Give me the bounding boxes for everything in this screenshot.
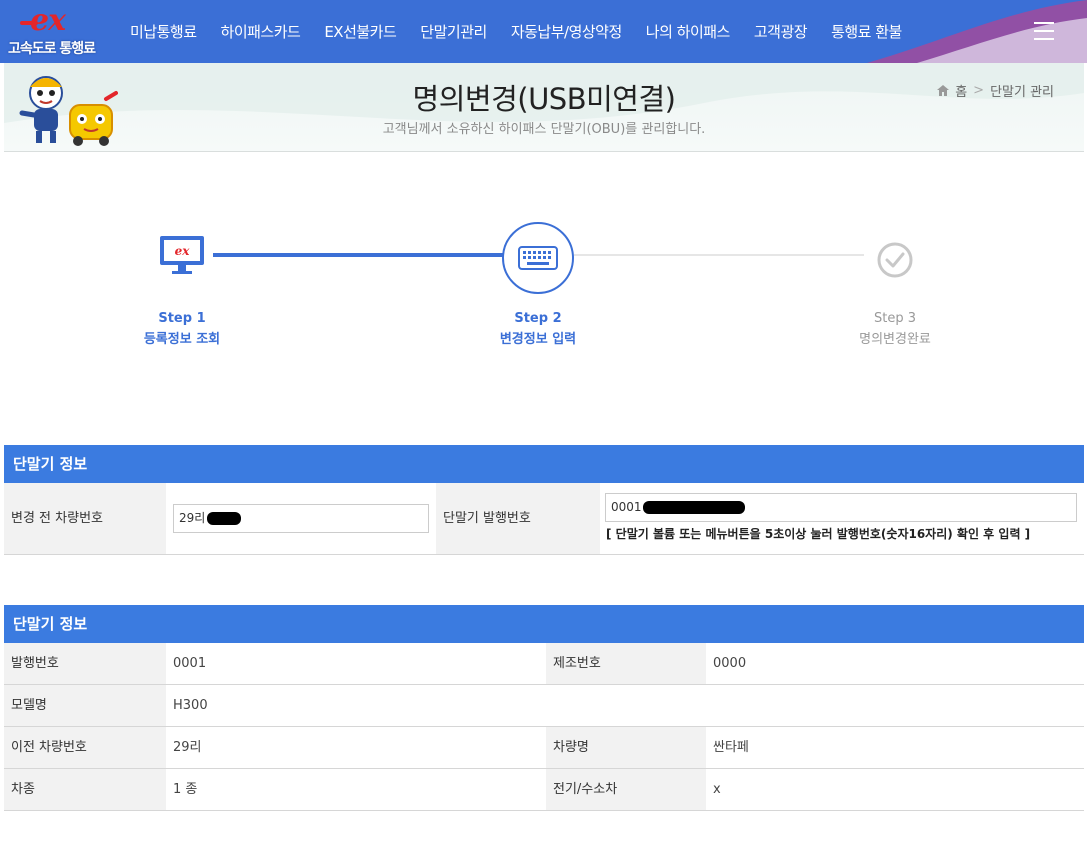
page-banner: 명의변경(USB미연결) 고객님께서 소유하신 하이패스 단말기(OBU)를 관…: [4, 63, 1084, 152]
form-section-header: 단말기 정보: [4, 445, 1084, 483]
table-row: 차종 1 종 전기/수소차 x: [4, 769, 1084, 811]
menu-unpaid-tolls[interactable]: 미납통행료: [118, 21, 209, 42]
serial-label: 단말기 발행번호: [436, 483, 600, 554]
keyboard-icon: [518, 246, 558, 270]
breadcrumb: 홈 > 단말기 관리: [937, 81, 1054, 100]
step-2-title: 변경정보 입력: [499, 332, 577, 347]
breadcrumb-home[interactable]: 홈: [955, 81, 967, 100]
prev-plate-value: 29리: [179, 511, 206, 525]
redaction-mark: [207, 512, 242, 525]
manufacture-number-label: 제조번호: [546, 643, 706, 684]
issue-number-label: 발행번호: [4, 643, 166, 684]
step-2-number: Step 2: [514, 311, 562, 326]
serial-help-text: [ 단말기 볼륨 또는 메뉴버튼을 5초이상 눌러 발행번호(숫자16자리) 확…: [606, 527, 1031, 541]
ev-hydrogen-value: x: [713, 782, 721, 797]
step-1-title: 등록정보 조회: [143, 332, 221, 347]
table-row: 발행번호 0001 제조번호 0000: [4, 643, 1084, 685]
hamburger-menu-icon[interactable]: [1034, 22, 1054, 42]
check-circle-icon: [877, 242, 913, 278]
step-3-label: Step 3 명의변경완료: [815, 308, 975, 350]
logo-text: 고속도로 통행료: [8, 41, 96, 57]
model-label: 모델명: [4, 685, 166, 726]
step-1-label: Step 1 등록정보 조회: [102, 308, 262, 350]
menu-ex-prepaid-card[interactable]: EX선불카드: [312, 21, 408, 42]
page-subtitle: 고객님께서 소유하신 하이패스 단말기(OBU)를 관리합니다.: [382, 122, 706, 137]
menu-auto-payment[interactable]: 자동납부/영상약정: [499, 21, 634, 42]
page-title: 명의변경(USB미연결): [412, 82, 676, 116]
menu-toll-refund[interactable]: 통행료 환불: [819, 21, 914, 42]
model-value: H300: [173, 698, 208, 713]
menu-device-management[interactable]: 단말기관리: [408, 21, 499, 42]
step-1-number: Step 1: [158, 311, 206, 326]
issue-number-value: 0001: [173, 656, 207, 671]
vehicle-name-label: 차량명: [546, 727, 706, 768]
serial-value: 0001: [611, 500, 642, 514]
step-3-title: 명의변경완료: [859, 332, 931, 347]
serial-input[interactable]: 0001: [605, 493, 1077, 522]
breadcrumb-current[interactable]: 단말기 관리: [990, 81, 1054, 100]
form-row: 변경 전 차량번호 29리 단말기 발행번호 0001 [ 단말기 볼륨 또는 …: [4, 483, 1084, 555]
step-3-number: Step 3: [873, 311, 916, 326]
logo-mark: ex: [30, 3, 66, 38]
table-row: 이전 차량번호 29리 차량명 싼타페: [4, 727, 1084, 769]
home-icon: [937, 85, 950, 96]
svg-text:ex: ex: [175, 244, 191, 258]
info-section-header: 단말기 정보: [4, 605, 1084, 643]
step-progress-line-pending: [574, 254, 864, 256]
manufacture-number-value: 0000: [713, 656, 747, 671]
device-info-table: 발행번호 0001 제조번호 0000 모델명 H300 이전 차량번호 29리…: [4, 643, 1084, 811]
step-progress-line-done: [213, 253, 503, 257]
prev-plate-label: 변경 전 차량번호: [4, 483, 166, 554]
step-2-label: Step 2 변경정보 입력: [458, 308, 618, 350]
table-row: 모델명 H300: [4, 685, 1084, 727]
menu-hipass-card[interactable]: 하이패스카드: [209, 21, 313, 42]
ev-hydrogen-label: 전기/수소차: [546, 769, 706, 810]
step2-circle: [502, 222, 574, 294]
menu-customer-plaza[interactable]: 고객광장: [742, 21, 819, 42]
redaction-mark: [642, 501, 745, 514]
vehicle-class-label: 차종: [4, 769, 166, 810]
chevron-right-icon: >: [973, 83, 985, 98]
prev-plate-input[interactable]: 29리: [173, 504, 429, 533]
prev-plate-info-value: 29리: [173, 740, 202, 755]
site-logo[interactable]: ex 고속도로 통행료: [8, 6, 118, 58]
monitor-icon: ex: [160, 236, 204, 274]
main-menu: 미납통행료 하이패스카드 EX선불카드 단말기관리 자동납부/영상약정 나의 하…: [118, 0, 914, 63]
prev-plate-info-label: 이전 차량번호: [4, 727, 166, 768]
menu-my-hipass[interactable]: 나의 하이패스: [634, 21, 742, 42]
vehicle-name-value: 싼타페: [713, 740, 749, 755]
top-navigation-bar: ex 고속도로 통행료 미납통행료 하이패스카드 EX선불카드 단말기관리 자동…: [0, 0, 1087, 63]
vehicle-class-value: 1 종: [173, 782, 198, 797]
